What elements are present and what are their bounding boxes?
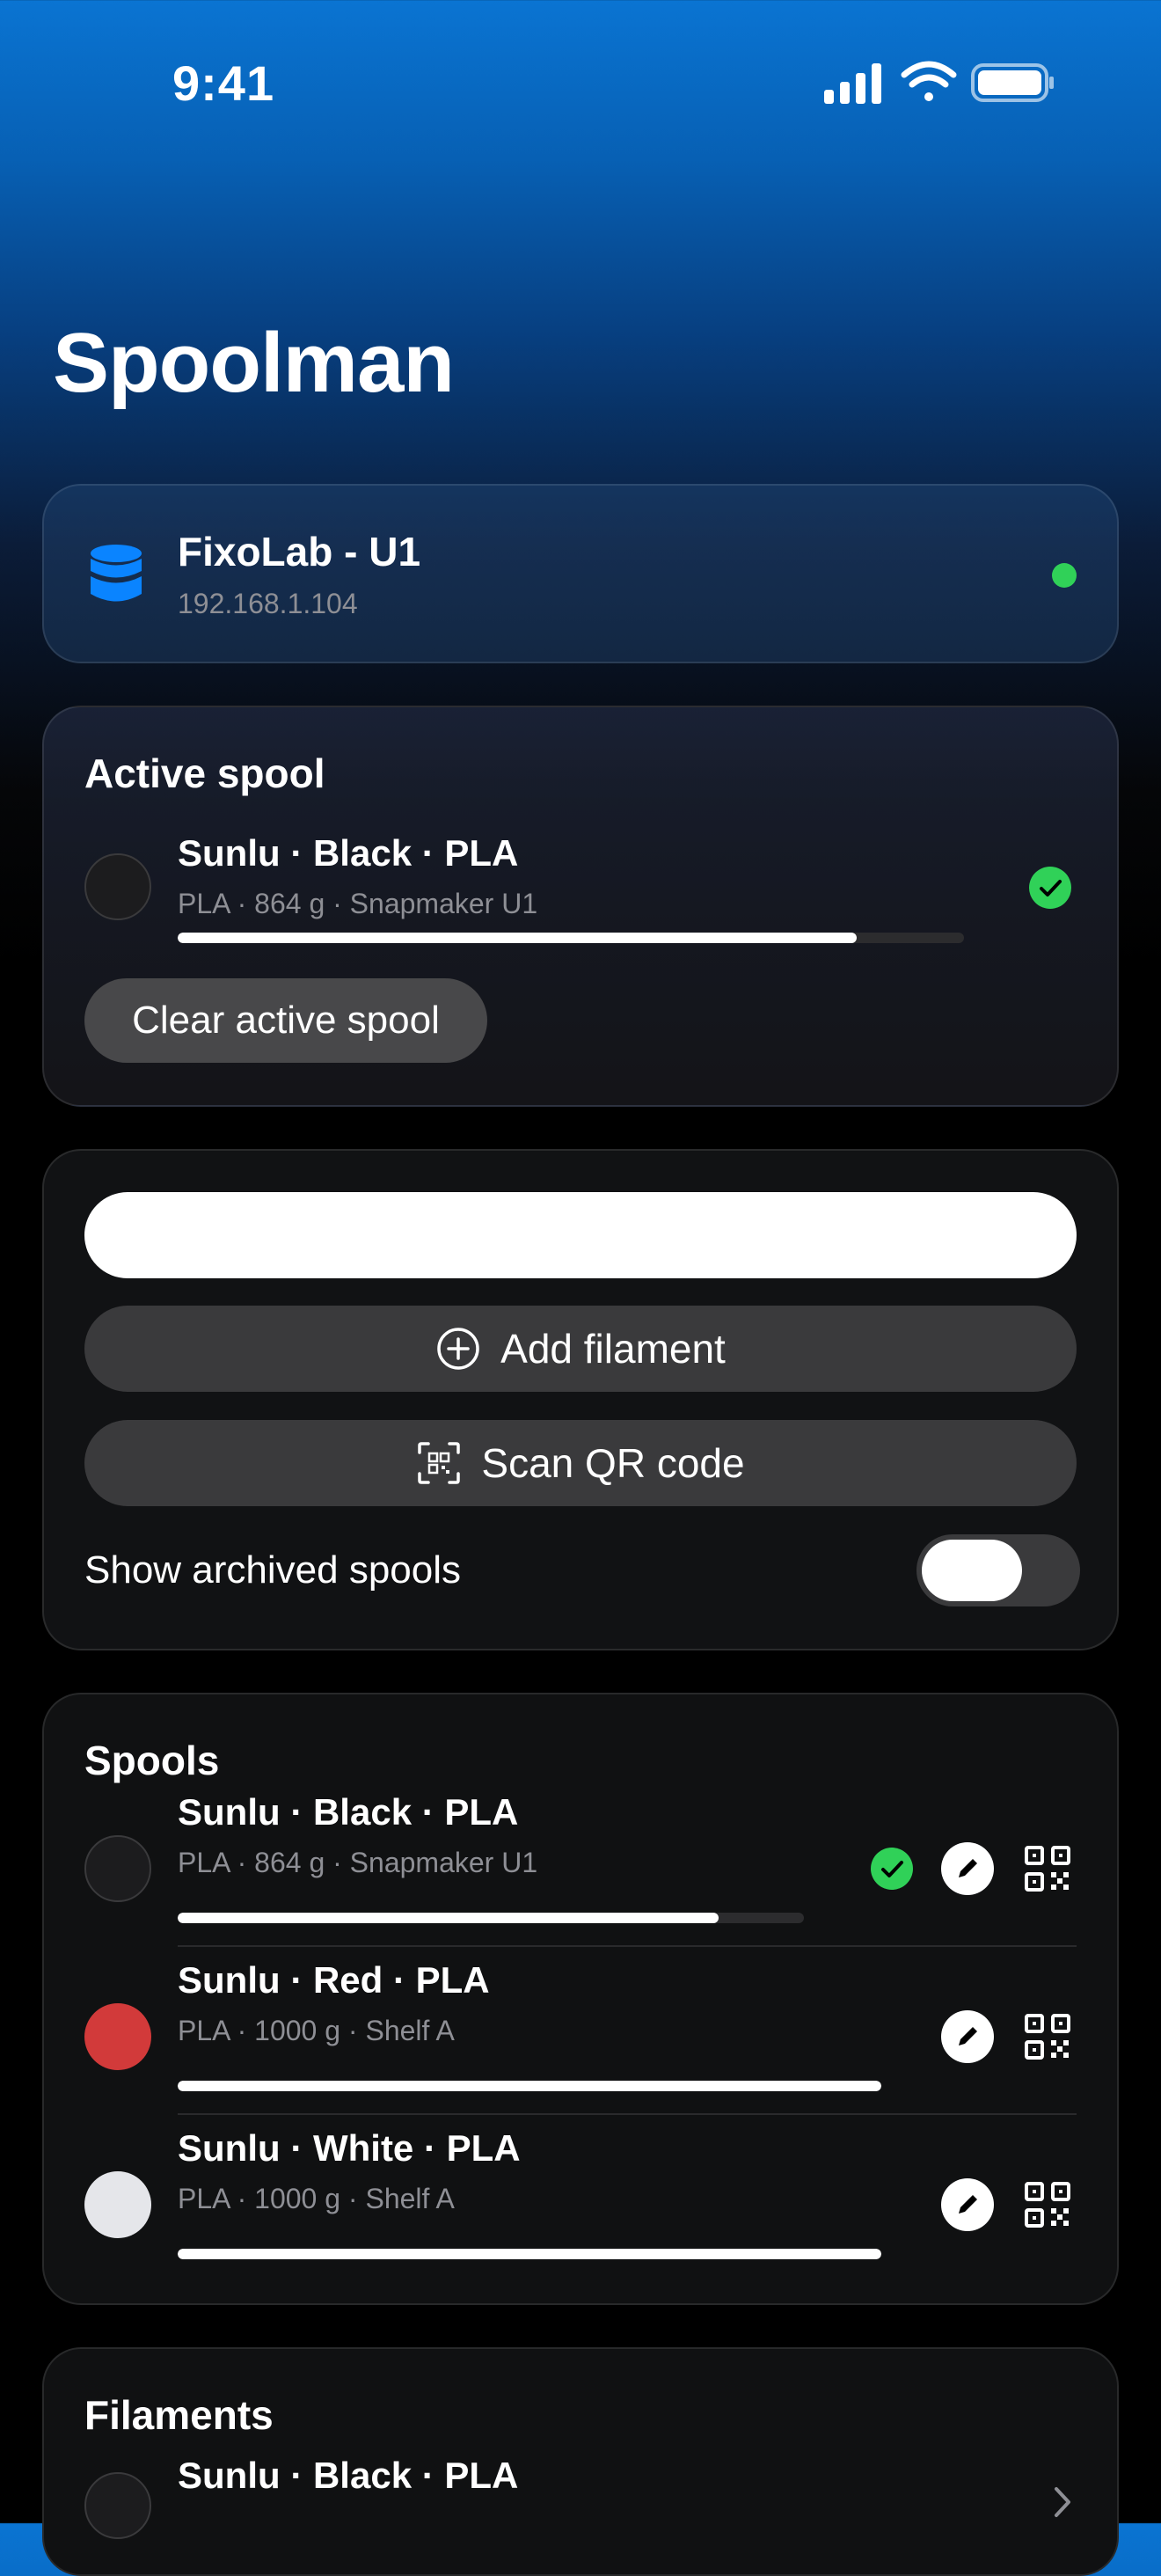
active-spool-progress-fill — [178, 933, 858, 943]
active-check-icon — [871, 1848, 913, 1890]
clear-active-spool-button[interactable]: Clear active spool — [84, 978, 487, 1063]
edit-spool-button[interactable] — [941, 2178, 994, 2231]
status-icons — [824, 61, 1054, 104]
wifi-icon — [901, 61, 957, 101]
toggle-knob — [922, 1540, 1022, 1601]
pencil-icon — [959, 2195, 977, 2214]
active-spool-color-swatch — [84, 853, 151, 920]
row-divider — [178, 1945, 1077, 1947]
row-divider — [178, 2113, 1077, 2115]
spool-color-swatch — [84, 1835, 151, 1902]
cellular-signal-icon — [824, 63, 881, 104]
pencil-icon — [959, 2027, 977, 2045]
pencil-icon — [959, 1859, 977, 1877]
filaments-heading: Filaments — [84, 2392, 274, 2438]
chevron-right-icon — [1055, 2487, 1070, 2517]
qr-code-icon — [1025, 1846, 1070, 1892]
status-time: 9:41 — [172, 55, 275, 111]
scan-qr-button[interactable]: Scan QR code — [84, 1420, 1077, 1506]
server-name: FixoLab - U1 — [178, 529, 421, 574]
spool-title: Sunlu · Black · PLA — [178, 1791, 519, 1833]
spool-title: Sunlu · White · PLA — [178, 2127, 521, 2169]
spool-subtitle: PLA · 1000 g · Shelf A — [178, 2183, 455, 2214]
spool-remaining-fill — [178, 1913, 719, 1923]
connection-status-dot — [1052, 563, 1077, 588]
qr-code-icon — [1025, 2014, 1070, 2060]
page-title: Spoolman — [53, 316, 455, 410]
filament-title: Sunlu · Black · PLA — [178, 2455, 519, 2496]
scan-qr-label: Scan QR code — [481, 1440, 745, 1486]
plus-circle-icon — [437, 1328, 479, 1370]
spool-qr-button[interactable] — [1024, 1845, 1071, 1892]
spool-remaining-bar — [178, 1913, 804, 1923]
spool-remaining-bar — [178, 2081, 881, 2091]
spool-subtitle: PLA · 864 g · Snapmaker U1 — [178, 1847, 538, 1878]
active-spool-progress — [178, 933, 964, 943]
spool-title: Sunlu · Red · PLA — [178, 1959, 490, 2001]
filament-color-swatch — [84, 2472, 151, 2539]
database-icon — [91, 545, 142, 602]
add-filament-button[interactable]: Add filament — [84, 1306, 1077, 1392]
active-check-icon — [1029, 867, 1071, 909]
search-input[interactable] — [84, 1192, 1077, 1278]
edit-spool-button[interactable] — [941, 2010, 994, 2063]
spool-remaining-fill — [178, 2249, 881, 2259]
qr-scan-icon — [418, 1442, 461, 1484]
add-filament-label: Add filament — [500, 1326, 726, 1372]
qr-code-icon — [1025, 2182, 1070, 2228]
active-spool-subtitle: PLA · 864 g · Snapmaker U1 — [178, 888, 538, 919]
spool-remaining-fill — [178, 2081, 881, 2091]
spools-heading: Spools — [84, 1738, 220, 1783]
spool-subtitle: PLA · 1000 g · Shelf A — [178, 2015, 455, 2046]
show-archived-toggle[interactable] — [916, 1534, 1080, 1606]
spool-color-swatch — [84, 2003, 151, 2070]
active-spool-title: Sunlu · Black · PLA — [178, 832, 519, 874]
server-address: 192.168.1.104 — [178, 588, 358, 619]
spool-qr-button[interactable] — [1024, 2013, 1071, 2060]
active-spool-heading: Active spool — [84, 750, 325, 796]
battery-icon — [971, 63, 1054, 102]
show-archived-label: Show archived spools — [84, 1548, 462, 1592]
spool-remaining-bar — [178, 2249, 881, 2259]
edit-spool-button[interactable] — [941, 1842, 994, 1895]
spool-qr-button[interactable] — [1024, 2181, 1071, 2228]
spool-color-swatch — [84, 2171, 151, 2238]
